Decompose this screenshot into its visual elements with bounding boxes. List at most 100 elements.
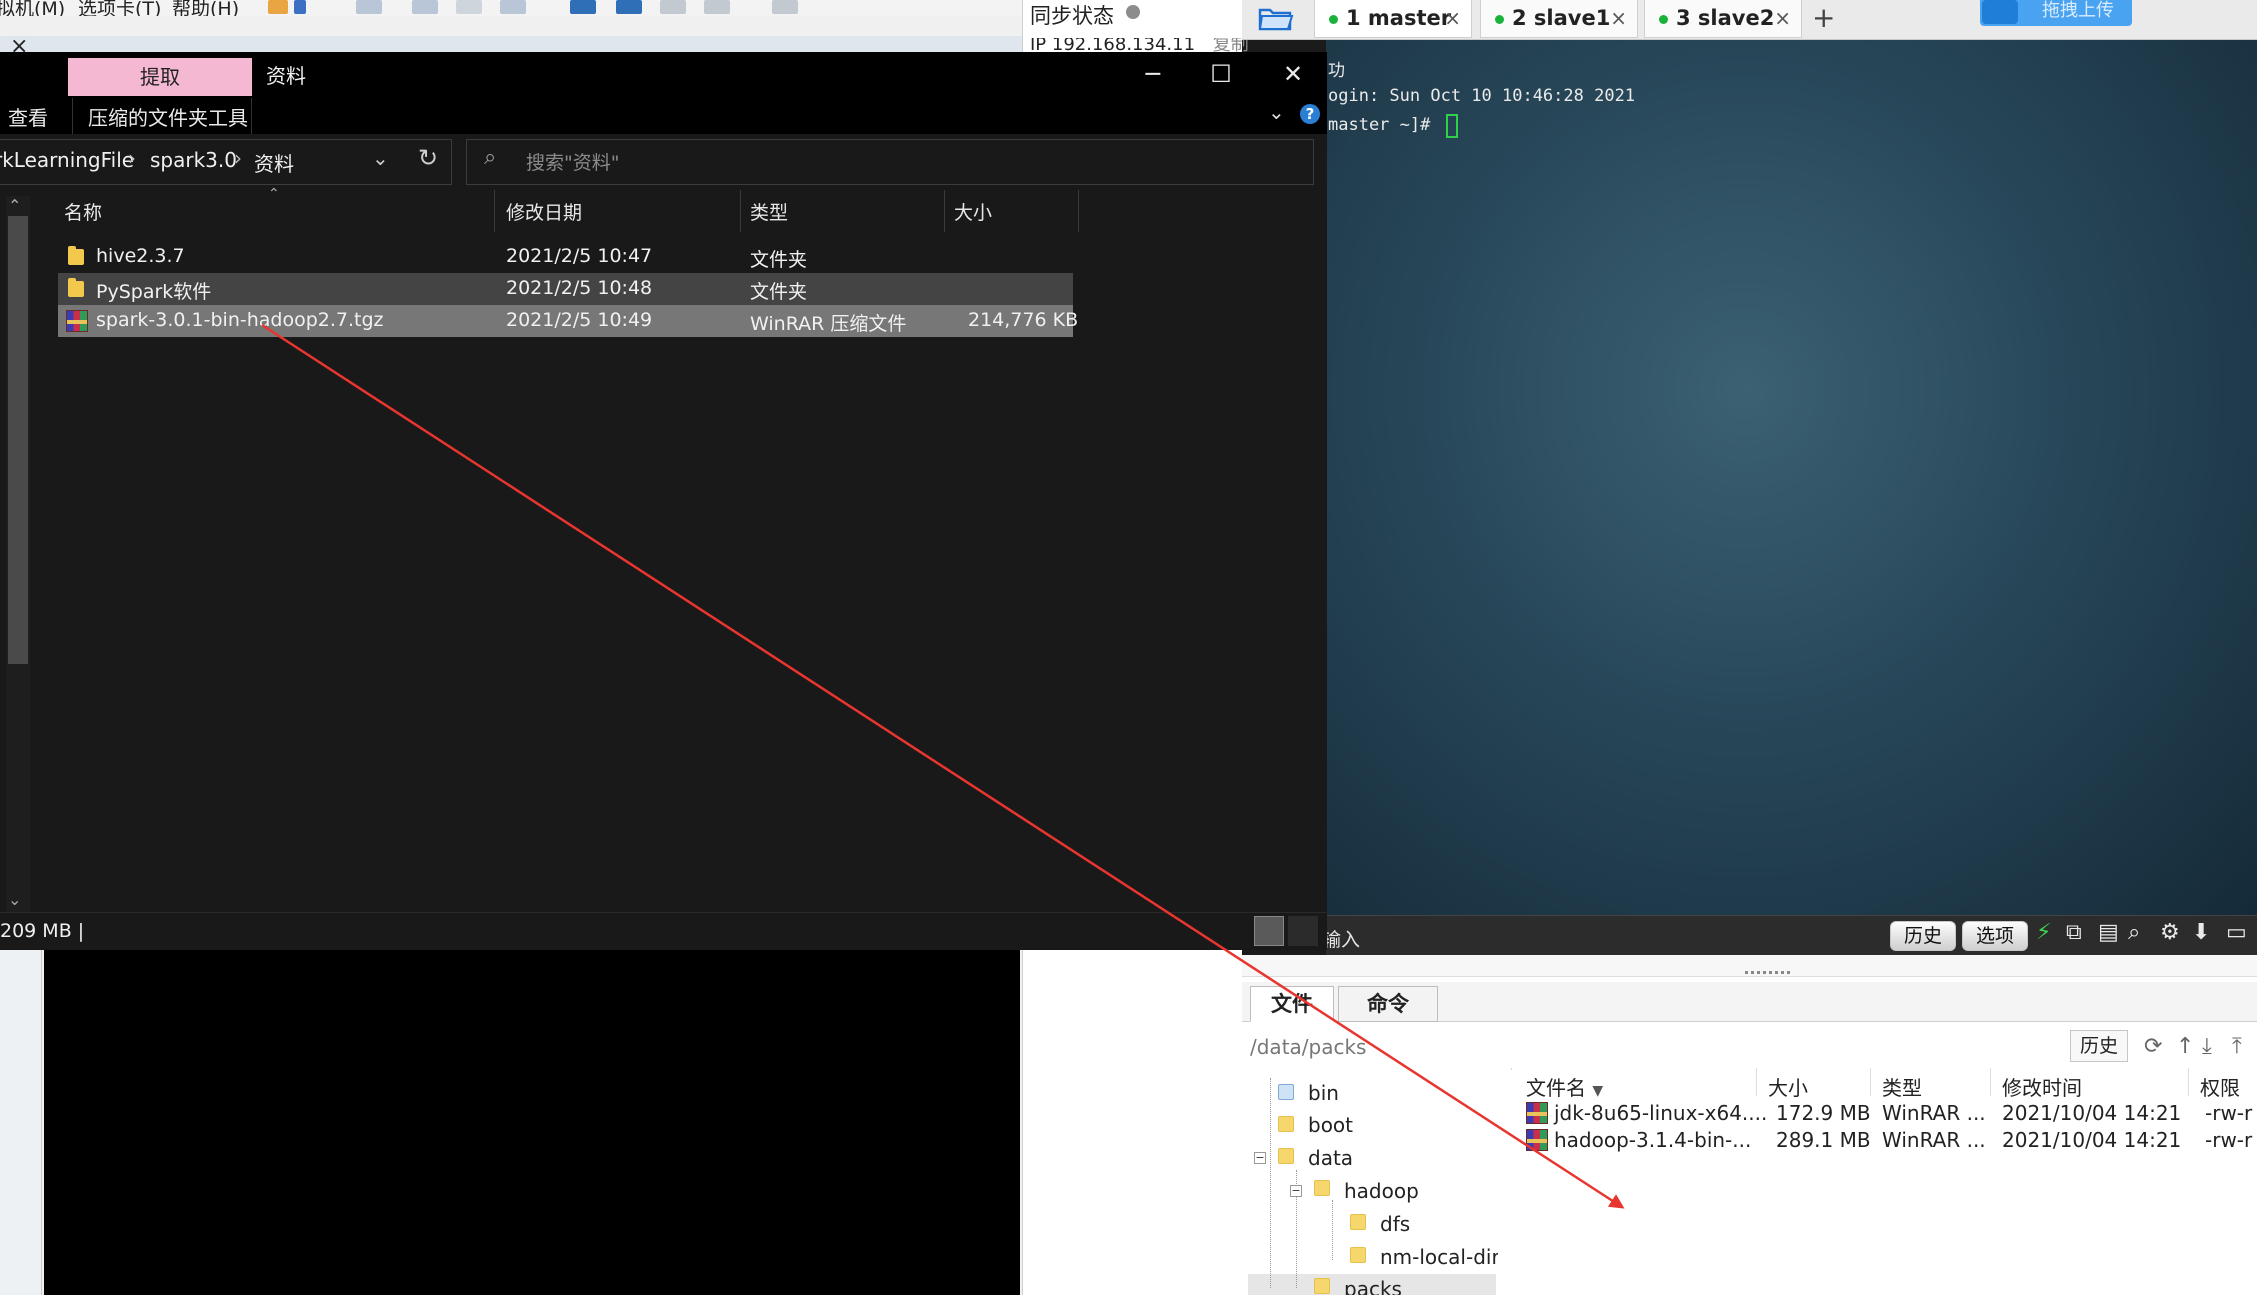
window-icon[interactable]: ▭ [2226, 922, 2248, 944]
tree-item-bin[interactable]: bin [1308, 1081, 1339, 1105]
view-unity-icon[interactable] [616, 0, 642, 14]
col-header-filename[interactable]: 文件名 ▼ [1526, 1072, 1603, 1101]
ribbon-tab-view[interactable]: 查看 [8, 102, 48, 131]
maximize-button[interactable]: ☐ [1186, 52, 1256, 96]
copy-icon[interactable]: ⧉ [2066, 922, 2088, 944]
vm-menu-item-help[interactable]: 帮助(H) [172, 0, 239, 16]
pause-icon[interactable] [268, 0, 288, 14]
details-view-icon[interactable] [1254, 916, 1284, 946]
search-input[interactable]: 搜索"资料" [526, 148, 619, 175]
file-row-hive[interactable]: hive2.3.7 2021/2/5 10:47 文件夹 [58, 241, 1073, 273]
col-header-name[interactable]: 名称 [64, 198, 102, 225]
breadcrumb-chevron-icon[interactable]: › [128, 146, 136, 170]
close-icon[interactable]: × [1610, 0, 1627, 36]
splitter-grip-icon[interactable] [1745, 971, 1793, 974]
tree-item-nm-local-dir[interactable]: nm-local-dir [1380, 1245, 1498, 1269]
tree-item-hadoop[interactable]: hadoop [1344, 1179, 1419, 1203]
col-header-type[interactable]: 类型 [1882, 1072, 1922, 1101]
drag-upload-button[interactable]: 拖拽上传 [1980, 0, 2132, 26]
add-tab-button[interactable]: + [1812, 0, 1835, 36]
column-divider[interactable] [944, 190, 945, 232]
fit-window-icon[interactable] [704, 0, 730, 14]
tree-item-dfs[interactable]: dfs [1380, 1212, 1410, 1236]
snapshot-list-icon[interactable] [500, 0, 526, 14]
options-button[interactable]: 选项 [1962, 921, 2028, 951]
breadcrumb-item[interactable]: spark3.0 [150, 148, 237, 172]
breadcrumb-item[interactable]: rkLearningFile [0, 148, 134, 172]
close-button[interactable]: ✕ [1258, 52, 1328, 96]
vm-menu-item-tabs[interactable]: 选项卡(T) [78, 0, 161, 16]
file-perm: -rw-r [2205, 1101, 2253, 1125]
col-header-size[interactable]: 大小 [954, 198, 992, 225]
column-divider[interactable] [1990, 1068, 1991, 1096]
terminal-prompt-line: master ~]# [1328, 115, 1441, 135]
large-icons-view-icon[interactable] [1288, 916, 1318, 946]
scroll-down-icon[interactable]: ⌄ [8, 890, 21, 909]
ribbon-expand-chevron-icon[interactable]: ⌄ [1268, 100, 1285, 124]
snapshot-manager-icon[interactable] [456, 0, 482, 14]
file-mtime: 2021/10/04 14:21 [2002, 1101, 2182, 1125]
ribbon-tab-extract[interactable]: 提取 [68, 58, 252, 96]
view-console-icon[interactable] [570, 0, 596, 14]
minimize-button[interactable]: ─ [1118, 52, 1188, 96]
dropdown-icon[interactable] [294, 0, 306, 14]
tab-file[interactable]: 文件 [1250, 986, 1334, 1022]
sftp-history-button[interactable]: 历史 [2070, 1030, 2128, 1062]
revert-icon[interactable] [412, 0, 438, 14]
tab-master[interactable]: 1 master × [1314, 0, 1472, 38]
refresh-icon[interactable]: ↻ [418, 144, 438, 172]
terminal-screen[interactable] [1326, 40, 2257, 915]
lightning-icon[interactable]: ⚡ [2036, 922, 2058, 944]
parent-dir-icon[interactable]: ↑ [2176, 1034, 2194, 1059]
tab-command[interactable]: 命令 [1338, 986, 1438, 1022]
column-divider[interactable] [1078, 190, 1079, 232]
collapse-icon[interactable]: − [1254, 1152, 1266, 1164]
paste-icon[interactable]: ▤ [2098, 922, 2120, 944]
refresh-icon[interactable]: ⟳ [2144, 1034, 2162, 1059]
close-icon[interactable]: × [1774, 0, 1791, 36]
breadcrumb-chevron-icon[interactable]: › [234, 146, 242, 170]
tree-item-data[interactable]: data [1308, 1146, 1353, 1170]
session-online-icon [1495, 14, 1504, 24]
tree-item-packs[interactable]: packs [1344, 1277, 1402, 1295]
column-divider[interactable] [2188, 1068, 2189, 1096]
col-header-perm[interactable]: 权限 [2200, 1072, 2240, 1101]
breadcrumb-current[interactable]: 资料 [254, 148, 294, 177]
column-divider[interactable] [1756, 1068, 1757, 1096]
sftp-path-input[interactable]: /data/packs [1250, 1035, 1366, 1059]
console-view-icon[interactable] [772, 0, 798, 14]
download-icon[interactable]: ⬇ [2192, 922, 2214, 944]
snapshot-icon[interactable] [356, 0, 382, 14]
vm-console-screen[interactable] [44, 950, 1020, 1295]
col-header-date[interactable]: 修改日期 [506, 198, 582, 225]
file-row-pyspark[interactable]: PySpark软件 2021/2/5 10:48 文件夹 [58, 273, 1073, 305]
open-folder-icon[interactable] [1258, 4, 1294, 32]
history-button[interactable]: 历史 [1890, 921, 1956, 951]
scrollbar-thumb[interactable] [8, 216, 28, 664]
vm-menu-item-vm[interactable]: 拟机(M) [0, 0, 65, 16]
scroll-up-icon[interactable]: ⌃ [8, 196, 21, 215]
collapse-icon[interactable]: − [1290, 1185, 1302, 1197]
column-divider[interactable] [740, 190, 741, 232]
file-row-spark-tgz[interactable]: spark-3.0.1-bin-hadoop2.7.tgz 2021/2/5 1… [58, 305, 1078, 337]
upload-icon[interactable]: ⤒ [2232, 1034, 2242, 1059]
tree-item-boot[interactable]: boot [1308, 1113, 1353, 1137]
download-icon[interactable]: ⤓ [2202, 1034, 2212, 1059]
col-header-type[interactable]: 类型 [750, 198, 788, 225]
command-input-field[interactable]: 输入 [1322, 925, 1360, 952]
chevron-down-icon[interactable]: ⌄ [372, 146, 389, 170]
col-header-mtime[interactable]: 修改时间 [2002, 1072, 2082, 1101]
gear-icon[interactable]: ⚙ [2160, 922, 2182, 944]
help-icon[interactable]: ? [1300, 104, 1320, 124]
column-divider[interactable] [494, 190, 495, 232]
column-divider[interactable] [1870, 1068, 1871, 1096]
close-icon[interactable]: × [1444, 0, 1461, 36]
tab-slave2[interactable]: 3 slave2 × [1644, 0, 1802, 38]
col-header-size[interactable]: 大小 [1768, 1072, 1808, 1101]
tree-scrollbar[interactable] [1502, 1070, 1514, 1295]
file-name[interactable]: hadoop-3.1.4-bin-... [1554, 1128, 1751, 1152]
fullscreen-icon[interactable] [660, 0, 686, 14]
search-icon[interactable]: ⌕ [2128, 922, 2150, 944]
tab-slave1[interactable]: 2 slave1 × [1480, 0, 1638, 38]
file-name[interactable]: jdk-8u65-linux-x64.... [1554, 1101, 1767, 1125]
